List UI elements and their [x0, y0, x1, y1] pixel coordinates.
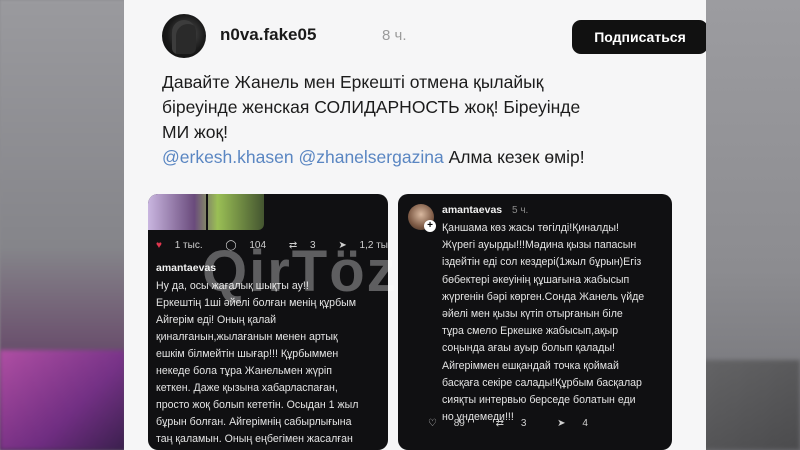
post-text-line: Давайте Жанель мен Еркешті отмена қылайы…: [162, 72, 544, 92]
background-left-glow: [0, 350, 125, 450]
thumbnail-strip: [148, 194, 264, 230]
repost-icon: ⇄: [495, 418, 505, 429]
likes-stat[interactable]: ♡ 89: [428, 418, 479, 429]
comment-line: Еркештің 1ші әйелі болған менің құрбым: [156, 297, 357, 309]
comment-line: Қаншама көз жасы төгілді!Қиналды!: [442, 222, 619, 234]
comment-line: Айгеріммен ешқандай точка қоймай: [442, 359, 619, 372]
comment-line: сияқты интервью берседе болатын еди: [442, 394, 636, 407]
comment-line: Ну да, осы жағалық шықты ау!!: [156, 280, 309, 292]
comment-line: әйелі мен қызы күтіп отырғанын біле: [442, 308, 623, 321]
stats-row: ♡ 89 ⇄ 3 ➤ 4: [428, 418, 616, 429]
comment-line: кеткен. Даже қызына хабарласпаған,: [156, 382, 338, 394]
comment-time: 5 ч.: [512, 205, 529, 216]
embedded-screenshot-left[interactable]: ♥ 1 тыс. ◯ 104 ⇄ 3 ➤ 1,2 тыс. amantaevas…: [148, 194, 388, 450]
plus-icon[interactable]: +: [424, 220, 436, 232]
username[interactable]: n0va.fake05: [220, 25, 316, 45]
comment-icon: ◯: [225, 240, 237, 251]
comments-stat[interactable]: ◯ 104: [225, 240, 276, 251]
stats-row: ♥ 1 тыс. ◯ 104 ⇄ 3 ➤ 1,2 тыс.: [156, 240, 388, 251]
comment-text: Қаншама көз жасы төгілді!Қиналды! Жүрегі…: [442, 220, 664, 426]
comment-line: просто жоқ болып кететін. Осыдан 1 жыл: [156, 399, 359, 411]
comment-line: Жүрегі ауырды!!!Мәдина қызы папасын: [442, 239, 637, 252]
comment-line: іздейтін еді сол кездері(1жыл бұрын)Егіз: [442, 256, 642, 269]
mention-tail: Алма кезек өмір!: [448, 147, 585, 167]
comment-line: соңында ағаы ауыр болып қалады!: [442, 342, 615, 355]
avatar[interactable]: [162, 14, 206, 58]
mention-link[interactable]: @zhanelsergazina: [298, 147, 443, 167]
comment-text: Ну да, осы жағалық шықты ау!! Еркештің 1…: [156, 278, 382, 448]
likes-stat[interactable]: ♥ 1 тыс.: [156, 240, 213, 251]
comment-line: тұра смело Еркешке жабысып,ақыр: [442, 325, 619, 338]
reposts-stat[interactable]: ⇄ 3: [496, 418, 541, 429]
comment-line: Айгерім еді! Оның қалай: [156, 314, 277, 326]
reposts-stat[interactable]: ⇄ 3: [289, 240, 326, 251]
post-time: 8 ч.: [382, 27, 407, 44]
comment-line: басқаға секіре салады!Құрбым басқалар: [442, 376, 642, 389]
comment-line: бұрын болған. Айгерімнің сабырлығына: [156, 416, 352, 428]
mentions-line: @erkesh.khasen @zhanelsergazina Алма кез…: [162, 145, 682, 170]
shares-stat[interactable]: ➤ 1,2 тыс.: [338, 240, 388, 251]
comment-line: жүргенін бәрі көрген.Сонда Жанель үйде: [442, 290, 645, 303]
comment-line: бөбектері әкеуінің құшағына жабысып: [442, 273, 630, 286]
comment-line: қиналғанын,жылағанын менен артық: [156, 331, 338, 343]
mention-link[interactable]: @erkesh.khasen: [162, 147, 294, 167]
comment-username[interactable]: amantaevas: [156, 262, 216, 274]
comment-line: некеде бола тұра Жанельмен жүріп: [156, 365, 333, 377]
comment-line: таң қаламын. Оның еңбегімен жасалған: [156, 433, 353, 445]
post-text-line: біреуінде женская СОЛИДАРНОСТЬ жоқ! Біре…: [162, 97, 581, 117]
post-text: Давайте Жанель мен Еркешті отмена қылайы…: [162, 70, 682, 170]
comment-username[interactable]: amantaevas: [442, 204, 502, 216]
repost-icon: ⇄: [288, 240, 298, 251]
subscribe-button[interactable]: Подписаться: [572, 20, 706, 54]
embedded-screenshot-right[interactable]: + amantaevas 5 ч. Қаншама көз жасы төгіл…: [398, 194, 672, 450]
share-icon: ➤: [557, 418, 566, 429]
background-right-shade: [695, 360, 800, 450]
post-text-line: МИ жоқ!: [162, 122, 228, 142]
heart-icon: ♡: [428, 418, 437, 429]
post-card: n0va.fake05 8 ч. Подписаться Давайте Жан…: [124, 0, 706, 450]
post-header: n0va.fake05 8 ч. Подписаться: [162, 12, 706, 58]
heart-icon: ♥: [156, 240, 162, 251]
share-icon: ➤: [338, 240, 347, 251]
shares-stat[interactable]: ➤ 4: [557, 418, 602, 429]
comment-line: ешкім білмейтін шығар!!! Құрбыммен: [156, 348, 339, 360]
